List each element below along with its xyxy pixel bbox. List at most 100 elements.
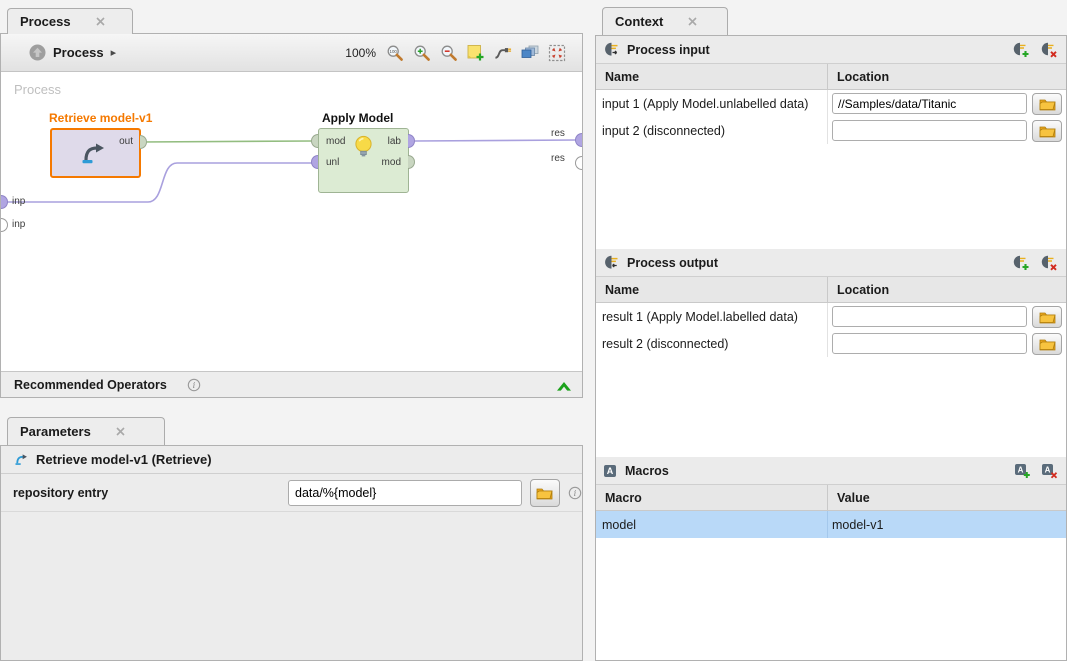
- auto-wire-icon[interactable]: [494, 44, 512, 62]
- input2-location-input[interactable]: [832, 120, 1027, 141]
- process-root-icon: [29, 44, 46, 61]
- apply-model-operator-label: Apply Model: [322, 111, 393, 125]
- tab-parameters-label: Parameters: [20, 424, 91, 439]
- column-header-value: Value: [828, 485, 1066, 510]
- apply-model-operator[interactable]: mod unl lab mod: [318, 128, 409, 193]
- apply-mod-out-label: mod: [382, 157, 401, 168]
- macro-name-cell[interactable]: model: [596, 511, 828, 538]
- result1-location-input[interactable]: [832, 306, 1027, 327]
- retrieve-operator[interactable]: out: [50, 128, 141, 178]
- macros-table-header: Macro Value: [596, 485, 1066, 511]
- close-icon[interactable]: [115, 426, 126, 437]
- tab-process-label: Process: [20, 14, 71, 29]
- add-port-icon: [1012, 42, 1031, 58]
- zoom-out-icon[interactable]: [440, 44, 458, 62]
- process-input-table-header: Name Location: [596, 64, 1066, 90]
- macros-header: A Macros A A: [596, 457, 1066, 485]
- retrieve-operator-label: Retrieve model-v1: [49, 111, 152, 125]
- macro-row-selected[interactable]: model model-v1: [596, 511, 1066, 538]
- table-row[interactable]: result 1 (Apply Model.labelled data): [596, 303, 1066, 330]
- show-all-results-icon[interactable]: [521, 44, 539, 62]
- canvas-res1-label: res: [551, 128, 565, 139]
- context-panel: Process input Name Location input 1: [595, 35, 1067, 661]
- process-canvas[interactable]: Process Retrieve model-v1 out Apply Mode…: [1, 72, 582, 371]
- parameters-operator-header: Retrieve model-v1 (Retrieve): [1, 446, 582, 474]
- process-output-icon: [603, 255, 620, 270]
- column-header-macro: Macro: [596, 485, 828, 510]
- add-input-button[interactable]: [1012, 42, 1031, 58]
- process-toolbar: Process ▸ 100% 100: [1, 34, 582, 72]
- apply-lab-label: lab: [388, 136, 401, 147]
- remove-output-button[interactable]: [1040, 255, 1059, 271]
- repository-entry-input[interactable]: [288, 480, 522, 506]
- column-header-name: Name: [596, 277, 828, 302]
- process-output-table-header: Name Location: [596, 277, 1066, 303]
- add-macro-button[interactable]: A: [1014, 463, 1032, 479]
- close-icon[interactable]: [95, 16, 106, 27]
- retrieve-icon: [13, 453, 28, 467]
- folder-icon: [1039, 337, 1056, 351]
- info-icon[interactable]: i: [568, 486, 582, 500]
- close-icon[interactable]: [687, 16, 698, 27]
- repository-entry-label: repository entry: [13, 486, 288, 500]
- svg-text:A: A: [607, 466, 614, 476]
- result2-browse-button[interactable]: [1032, 333, 1062, 355]
- zoom-reset-icon[interactable]: 100: [386, 44, 404, 62]
- add-output-button[interactable]: [1012, 255, 1031, 271]
- parameters-operator-title: Retrieve model-v1 (Retrieve): [36, 452, 212, 467]
- canvas-res2-port[interactable]: [575, 156, 582, 170]
- folder-icon: [536, 486, 553, 500]
- remove-port-icon: [1040, 255, 1059, 271]
- result2-location-input[interactable]: [832, 333, 1027, 354]
- output-row-name: result 1 (Apply Model.labelled data): [596, 303, 828, 330]
- recommended-operators-bar[interactable]: Recommended Operators i: [1, 371, 582, 397]
- tab-parameters[interactable]: Parameters: [7, 417, 165, 445]
- output-row-name: result 2 (disconnected): [596, 330, 828, 357]
- input2-browse-button[interactable]: [1032, 120, 1062, 142]
- info-icon[interactable]: i: [187, 378, 201, 392]
- process-input-title: Process input: [627, 43, 710, 57]
- table-row[interactable]: input 1 (Apply Model.unlabelled data): [596, 90, 1066, 117]
- remove-macro-button[interactable]: A: [1041, 463, 1059, 479]
- close-icon-glyph: [115, 426, 126, 437]
- tab-context[interactable]: Context: [602, 7, 728, 35]
- canvas-res1-port[interactable]: [575, 133, 582, 147]
- table-row[interactable]: input 2 (disconnected): [596, 117, 1066, 144]
- apply-mod-in-port[interactable]: [311, 134, 318, 148]
- result1-browse-button[interactable]: [1032, 306, 1062, 328]
- process-input-icon: [603, 42, 620, 57]
- canvas-inp2-label: inp: [12, 219, 25, 230]
- svg-text:A: A: [1018, 465, 1024, 474]
- chevron-right-icon[interactable]: ▸: [111, 46, 117, 59]
- macro-value-cell[interactable]: model-v1: [828, 511, 1066, 538]
- column-header-name: Name: [596, 64, 828, 89]
- apply-unl-port[interactable]: [311, 155, 318, 169]
- svg-text:100: 100: [390, 49, 398, 54]
- svg-text:i: i: [192, 381, 195, 391]
- retrieve-out-port-label: out: [119, 136, 133, 147]
- repository-browse-button[interactable]: [530, 479, 560, 507]
- remove-macro-icon: A: [1041, 463, 1059, 479]
- macros-icon: A: [603, 464, 618, 478]
- apply-unl-label: unl: [326, 157, 339, 168]
- table-row[interactable]: result 2 (disconnected): [596, 330, 1066, 357]
- collapse-chevron-up-icon[interactable]: [555, 378, 573, 392]
- tab-process[interactable]: Process: [7, 8, 133, 34]
- breadcrumb-label: Process: [53, 45, 104, 60]
- process-output-header: Process output: [596, 249, 1066, 277]
- process-output-title: Process output: [627, 256, 718, 270]
- add-note-icon[interactable]: [467, 44, 485, 62]
- zoom-level-label: 100%: [345, 46, 376, 60]
- svg-text:i: i: [574, 489, 577, 499]
- breadcrumb[interactable]: Process ▸: [29, 44, 116, 61]
- recommended-operators-title: Recommended Operators: [14, 378, 167, 392]
- parameter-row: repository entry i: [1, 474, 582, 512]
- svg-text:A: A: [1045, 465, 1051, 474]
- zoom-in-icon[interactable]: [413, 44, 431, 62]
- apply-mod-in-label: mod: [326, 136, 345, 147]
- remove-input-button[interactable]: [1040, 42, 1059, 58]
- column-header-location: Location: [828, 64, 1066, 89]
- fit-to-screen-icon[interactable]: [548, 44, 566, 62]
- input1-browse-button[interactable]: [1032, 93, 1062, 115]
- input1-location-input[interactable]: [832, 93, 1027, 114]
